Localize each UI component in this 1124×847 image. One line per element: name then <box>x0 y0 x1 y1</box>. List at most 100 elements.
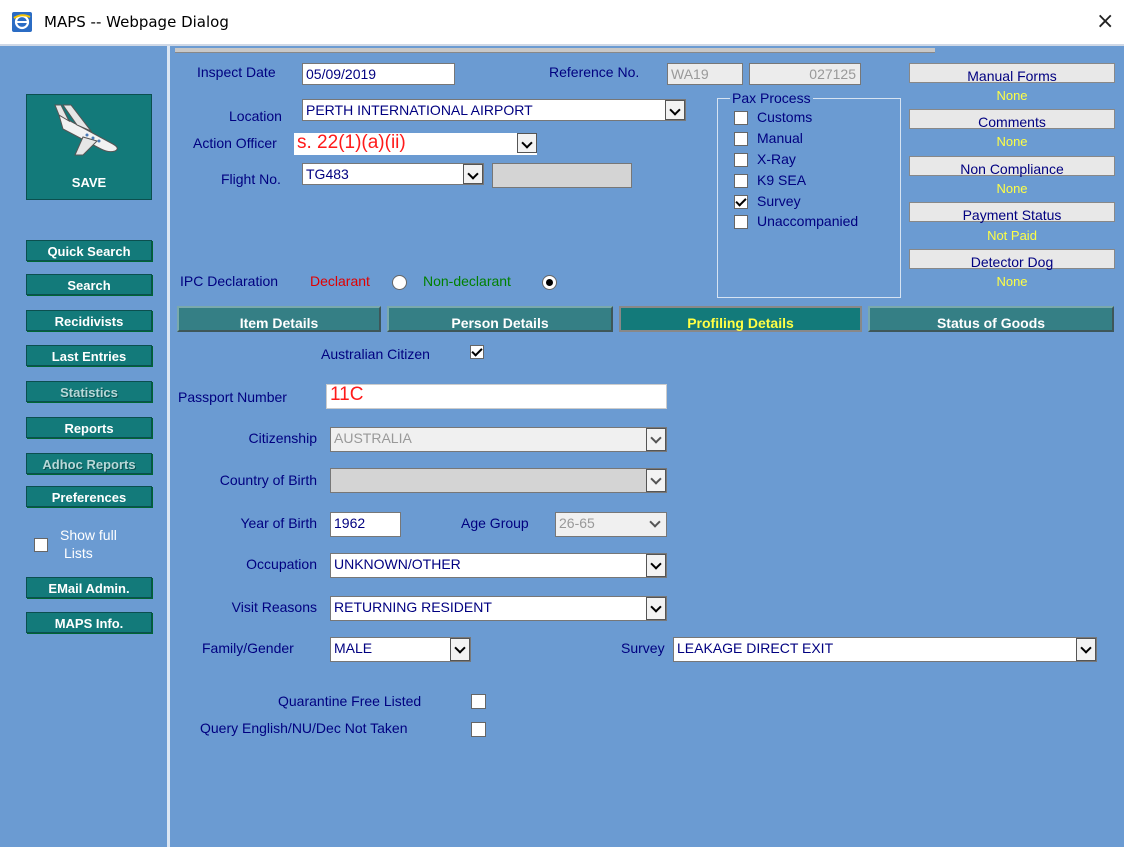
k9-sea-checkbox[interactable] <box>734 174 748 188</box>
x-ray-label: X-Ray <box>757 151 796 167</box>
occupation-select[interactable]: UNKNOWN/OTHER <box>330 553 667 578</box>
chevron-down-icon[interactable] <box>646 428 666 451</box>
survey-label: Survey <box>757 193 801 209</box>
recidivists-button[interactable]: Recidivists <box>26 310 152 331</box>
age-group-select[interactable]: 26-65 <box>555 512 667 537</box>
survey-value: LEAKAGE DIRECT EXIT <box>677 640 834 656</box>
tab-profiling-details[interactable]: Profiling Details <box>619 306 862 332</box>
age-group-label: Age Group <box>461 515 529 531</box>
comments-button[interactable]: Comments <box>909 109 1115 130</box>
location-value: PERTH INTERNATIONAL AIRPORT <box>306 102 533 118</box>
show-full-lists-label: Show full <box>60 527 117 543</box>
ie-icon <box>12 12 32 32</box>
airplane-icon <box>53 103 125 164</box>
occupation-value: UNKNOWN/OTHER <box>334 556 461 572</box>
declarant-radio[interactable] <box>392 275 407 290</box>
non-declarant-radio[interactable] <box>542 275 557 290</box>
comments-value: None <box>996 134 1028 149</box>
adhoc-reports-button[interactable]: Adhoc Reports <box>26 453 152 474</box>
citizenship-select[interactable]: AUSTRALIA <box>330 427 667 452</box>
quick-search-button[interactable]: Quick Search <box>26 240 152 261</box>
survey-checkbox[interactable] <box>734 195 748 209</box>
country-of-birth-select[interactable] <box>330 468 667 493</box>
customs-checkbox[interactable] <box>734 111 748 125</box>
passport-number-input[interactable]: 11C <box>326 384 667 409</box>
survey-field-label: Survey <box>621 640 665 656</box>
non-compliance-button[interactable]: Non Compliance <box>909 156 1115 177</box>
unaccompanied-label: Unaccompanied <box>757 213 859 229</box>
radio-selected-dot <box>546 279 553 286</box>
occupation-label: Occupation <box>246 556 317 572</box>
passport-number-value: 11C <box>330 384 364 405</box>
citizenship-label: Citizenship <box>248 430 317 446</box>
location-label: Location <box>229 108 282 124</box>
x-ray-checkbox[interactable] <box>734 153 748 167</box>
family-gender-value: MALE <box>334 640 373 656</box>
visit-reasons-label: Visit Reasons <box>231 599 317 615</box>
age-group-value: 26-65 <box>559 515 595 531</box>
australian-citizen-checkbox[interactable] <box>470 345 484 359</box>
chevron-down-icon[interactable] <box>665 100 685 120</box>
survey-select[interactable]: LEAKAGE DIRECT EXIT <box>673 637 1097 662</box>
unaccompanied-checkbox[interactable] <box>734 215 748 229</box>
preferences-button[interactable]: Preferences <box>26 486 152 507</box>
reference-number-field: 027125 <box>749 63 861 85</box>
detector-dog-button[interactable]: Detector Dog <box>909 249 1115 270</box>
email-admin-button[interactable]: EMail Admin. <box>26 577 152 598</box>
reference-label: Reference No. <box>549 64 640 80</box>
close-icon[interactable]: × <box>1096 9 1114 34</box>
declarant-label: Declarant <box>310 273 370 289</box>
quarantine-free-label: Quarantine Free Listed <box>278 693 422 709</box>
visit-reasons-select[interactable]: RETURNING RESIDENT <box>330 596 667 621</box>
non-declarant-label: Non-declarant <box>423 273 511 289</box>
window-title: MAPS -- Webpage Dialog <box>44 13 229 31</box>
payment-status-button[interactable]: Payment Status <box>909 202 1115 223</box>
chevron-down-icon[interactable] <box>450 638 470 661</box>
quarantine-free-checkbox[interactable] <box>471 694 486 709</box>
maps-info-button[interactable]: MAPS Info. <box>26 612 152 633</box>
year-of-birth-label: Year of Birth <box>240 515 317 531</box>
citizenship-value: AUSTRALIA <box>334 430 412 446</box>
chevron-down-icon[interactable] <box>646 469 666 492</box>
statistics-button[interactable]: Statistics <box>26 381 152 402</box>
save-label: SAVE <box>71 175 107 190</box>
flight-label: Flight No. <box>221 171 281 187</box>
query-english-checkbox[interactable] <box>471 722 486 737</box>
australian-citizen-label: Australian Citizen <box>321 346 430 362</box>
visit-reasons-value: RETURNING RESIDENT <box>334 599 492 615</box>
manual-forms-value: None <box>996 88 1028 103</box>
manual-forms-button[interactable]: Manual Forms <box>909 63 1115 84</box>
manual-checkbox[interactable] <box>734 132 748 146</box>
country-of-birth-label: Country of Birth <box>219 472 317 488</box>
reports-button[interactable]: Reports <box>26 417 152 438</box>
tab-status-of-goods[interactable]: Status of Goods <box>868 306 1114 332</box>
tab-item-details[interactable]: Item Details <box>177 306 381 332</box>
flight-extra-field <box>492 163 632 188</box>
chevron-down-icon[interactable] <box>463 164 483 184</box>
family-gender-select[interactable]: MALE <box>330 637 471 662</box>
manual-label: Manual <box>757 130 803 146</box>
search-button[interactable]: Search <box>26 274 152 295</box>
tab-person-details[interactable]: Person Details <box>387 306 613 332</box>
sidebar-divider <box>167 46 170 847</box>
action-officer-select[interactable]: s. 22(1)(a)(ii) <box>294 133 537 155</box>
detector-dog-value: None <box>996 274 1028 289</box>
family-gender-label: Family/Gender <box>202 640 294 656</box>
last-entries-button[interactable]: Last Entries <box>26 345 152 366</box>
inspect-date-input[interactable]: 05/09/2019 <box>302 63 455 85</box>
top-separator <box>175 48 935 53</box>
chevron-down-icon[interactable] <box>646 513 666 536</box>
flight-select[interactable]: TG483 <box>302 163 484 185</box>
chevron-down-icon[interactable] <box>1076 638 1096 661</box>
location-select[interactable]: PERTH INTERNATIONAL AIRPORT <box>302 99 686 121</box>
chevron-down-icon[interactable] <box>646 597 666 620</box>
passport-number-label: Passport Number <box>178 389 287 405</box>
save-button[interactable]: SAVE <box>26 94 152 200</box>
show-full-lists-checkbox[interactable] <box>34 538 48 552</box>
chevron-down-icon[interactable] <box>646 554 666 577</box>
pax-process-title: Pax Process <box>730 90 813 106</box>
chevron-down-icon[interactable] <box>517 133 537 153</box>
reference-prefix-field: WA19 <box>667 63 743 85</box>
year-of-birth-input[interactable]: 1962 <box>330 512 401 537</box>
non-compliance-value: None <box>996 181 1028 196</box>
